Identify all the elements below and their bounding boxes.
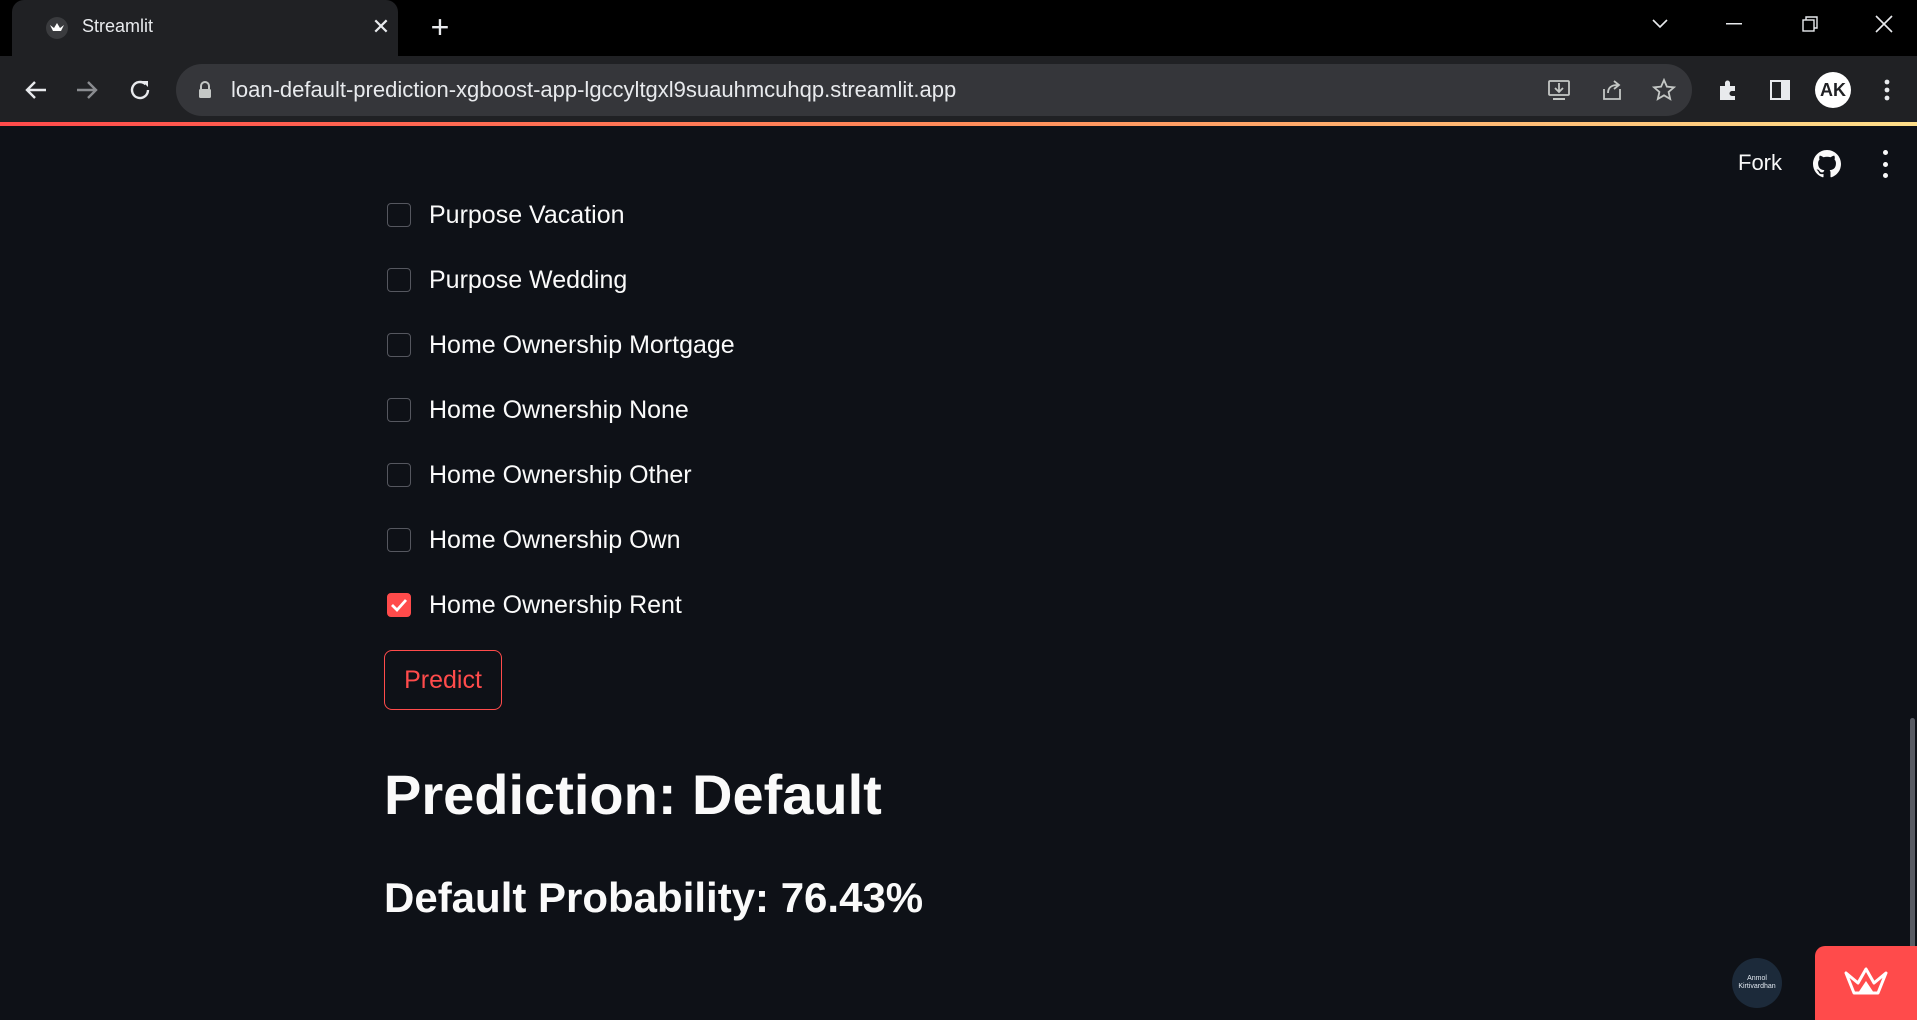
address-bar[interactable]: loan-default-prediction-xgboost-app-lgcc…: [176, 64, 1692, 116]
lock-icon[interactable]: [196, 80, 214, 100]
extensions-icon[interactable]: [1708, 70, 1748, 110]
checkbox-label: Home Ownership Rent: [429, 590, 682, 619]
probability-heading: Default Probability: 76.43%: [384, 874, 924, 921]
checkbox-label: Home Ownership Mortgage: [429, 330, 735, 359]
checkbox[interactable]: [387, 333, 411, 357]
streamlit-hosted-badge[interactable]: [1815, 946, 1917, 1020]
checkbox-checked[interactable]: [387, 593, 411, 617]
checkbox[interactable]: [387, 268, 411, 292]
restore-icon[interactable]: [1790, 8, 1830, 40]
checkbox-label: Purpose Vacation: [429, 200, 625, 229]
forward-icon[interactable]: [67, 70, 107, 110]
install-app-icon[interactable]: [1543, 74, 1575, 106]
browser-tab[interactable]: Streamlit ✕: [12, 0, 398, 56]
checkbox-label: Home Ownership Other: [429, 460, 692, 489]
checkbox-label: Home Ownership Own: [429, 525, 681, 554]
browser-toolbar: loan-default-prediction-xgboost-app-lgcc…: [0, 56, 1917, 124]
checkbox-label: Home Ownership None: [429, 395, 689, 424]
checkbox-home-ownership-other[interactable]: Home Ownership Other: [387, 460, 692, 490]
github-icon[interactable]: [1813, 150, 1841, 178]
side-panel-icon[interactable]: [1760, 70, 1800, 110]
checkbox[interactable]: [387, 203, 411, 227]
checkbox[interactable]: [387, 398, 411, 422]
tab-search-icon[interactable]: [1640, 8, 1680, 40]
profile-avatar[interactable]: AK: [1815, 72, 1851, 108]
badge-line-2: Kirtivardhan: [1738, 983, 1776, 990]
checkbox-purpose-wedding[interactable]: Purpose Wedding: [387, 265, 627, 295]
tab-close-icon[interactable]: ✕: [368, 14, 394, 40]
fork-link[interactable]: Fork: [1738, 150, 1782, 176]
checkbox-label: Purpose Wedding: [429, 265, 628, 294]
close-window-icon[interactable]: [1864, 8, 1904, 40]
checkbox[interactable]: [387, 528, 411, 552]
streamlit-crown-icon: [1844, 967, 1888, 995]
checkbox-home-ownership-own[interactable]: Home Ownership Own: [387, 525, 680, 555]
prediction-heading: Prediction: Default: [384, 763, 882, 826]
minimize-icon[interactable]: [1714, 8, 1754, 40]
browser-menu-icon[interactable]: [1867, 70, 1907, 110]
checkmark-icon: [391, 599, 408, 613]
bookmark-star-icon[interactable]: [1648, 74, 1680, 106]
url-text: loan-default-prediction-xgboost-app-lgcc…: [231, 77, 957, 102]
browser-titlebar: Streamlit ✕ +: [0, 0, 1917, 56]
checkbox-home-ownership-mortgage[interactable]: Home Ownership Mortgage: [387, 330, 735, 360]
page-top-decoration-bar: [0, 122, 1917, 126]
checkbox-home-ownership-rent[interactable]: Home Ownership Rent: [387, 590, 682, 620]
share-icon[interactable]: [1596, 74, 1628, 106]
reload-icon[interactable]: [120, 70, 160, 110]
badge-line-1: Anmol: [1747, 975, 1767, 982]
predict-button[interactable]: Predict: [384, 650, 502, 710]
back-icon[interactable]: [16, 70, 56, 110]
tab-title: Streamlit: [82, 16, 154, 36]
checkbox-home-ownership-none[interactable]: Home Ownership None: [387, 395, 689, 425]
checkbox[interactable]: [387, 463, 411, 487]
streamlit-favicon-icon: [46, 17, 68, 39]
app-menu-icon[interactable]: [1875, 150, 1895, 178]
checkbox-purpose-vacation[interactable]: Purpose Vacation: [387, 200, 625, 230]
creator-avatar-badge[interactable]: Anmol Kirtivardhan: [1732, 958, 1782, 1008]
new-tab-icon[interactable]: +: [424, 11, 456, 43]
